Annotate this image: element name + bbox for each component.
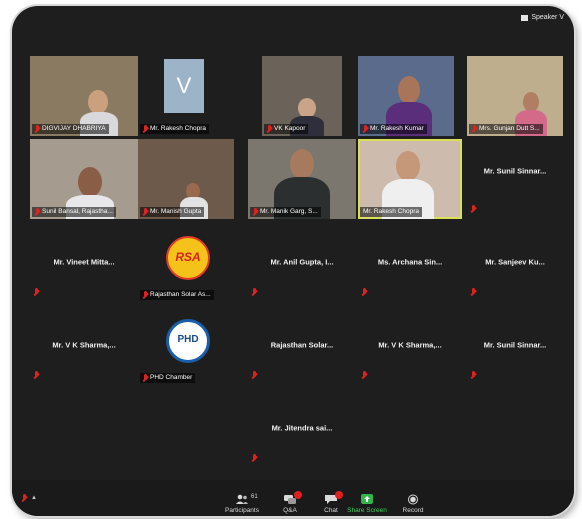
participant-tile[interactable]: Mr. Sunil Sinnar... [467,139,563,219]
mic-muted-icon [35,125,40,133]
participant-tile[interactable]: Mr. Sanjeev Ku... [467,222,563,302]
mic-muted-icon [34,288,39,296]
participant-tile-active-speaker[interactable]: Mr. Rakesh Chopra [358,139,462,219]
mic-muted-icon [471,288,476,296]
view-label: Speaker V [531,14,564,21]
chat-button[interactable]: Chat [318,491,344,514]
mic-muted-icon[interactable] [22,494,27,502]
mic-muted-icon [143,374,148,382]
participant-name: Mr. V K Sharma,... [378,340,442,350]
mic-muted-icon [267,125,272,133]
audio-controls[interactable]: ▲ [22,494,37,502]
participant-video-face [298,98,316,118]
participant-caption: Rajasthan Solar As... [140,290,214,300]
profile-placeholder: V [164,59,204,113]
participant-tile[interactable]: Mr. Manik Garg, S... [248,139,356,219]
participant-tile[interactable]: Mr. Anil Gupta, I... [248,222,356,302]
participant-tile[interactable]: Sunil Bansal, Rajastha... [30,139,138,219]
mic-muted-icon [253,208,258,216]
mic-muted-icon [362,288,367,296]
participant-caption: VK Kapoor [264,124,309,134]
mic-muted-icon [362,371,367,379]
mic-muted-icon [143,291,148,299]
mic-muted-icon [252,454,257,462]
mic-muted-icon [252,288,257,296]
participant-caption: Mr. Manik Garg, S... [250,207,321,217]
participants-icon: 61 [235,494,258,505]
mic-muted-icon [34,371,39,379]
caret-up-icon[interactable]: ▲ [31,495,37,501]
rsa-logo: RSA [166,236,210,280]
participant-video-face [398,76,420,104]
share-screen-icon [360,494,374,505]
participant-caption: Mr. Rakesh Chopra [140,124,209,134]
record-button[interactable]: Record [398,494,428,514]
participant-tile[interactable]: Mr. Rakesh Kumar [358,56,454,136]
participant-tile[interactable]: Mr. V K Sharma,... [30,305,138,385]
participant-name: Mr. Jitendra sai... [271,423,333,433]
meeting-toolbar: ▲ 61 Participants Q&A Chat Share Screen … [12,480,574,516]
participant-video-face [88,90,108,114]
chat-icon [324,491,343,505]
participant-caption: Mr. Manish Gupta [140,207,205,217]
mic-muted-icon [472,125,477,133]
participant-name: Mr. Sunil Sinnar... [483,340,547,350]
participant-video-face [78,167,102,197]
record-icon [406,494,420,505]
participant-caption: Sunil Bansal, Rajastha... [32,207,116,217]
share-screen-button[interactable]: Share Screen [346,494,388,514]
participant-tile[interactable]: Ms. Archana Sin... [358,222,462,302]
participant-name: Mr. Vineet Mitta... [53,257,115,267]
participant-video-face [396,151,420,181]
mic-muted-icon [143,125,148,133]
phd-chamber-logo: PHD [166,319,210,363]
mic-muted-icon [252,371,257,379]
chat-badge [335,491,343,499]
participant-name: Mr. Sanjeev Ku... [485,257,545,267]
participant-name: Mr. V K Sharma,... [52,340,116,350]
participant-tile[interactable]: DIGVIJAY DHABRIYA [30,56,138,136]
qa-badge [294,491,302,499]
participant-caption: Mr. Rakesh Chopra [360,207,422,217]
qa-button[interactable]: Q&A [276,491,304,514]
participant-tile[interactable]: Rajasthan Solar... [248,305,356,385]
participant-tile[interactable]: V Mr. Rakesh Chopra [138,56,234,136]
participant-tile[interactable]: PHD PHD Chamber [138,305,234,385]
participant-caption: DIGVIJAY DHABRIYA [32,124,109,134]
participant-caption: Mrs. Gunjan Dutt S... [469,124,543,134]
mic-muted-icon [471,371,476,379]
participants-button[interactable]: 61 Participants [220,494,264,514]
participant-tile[interactable]: RSA Rajasthan Solar As... [138,222,234,302]
participant-tile[interactable]: Mr. Sunil Sinnar... [467,305,563,385]
participant-caption: Mr. Rakesh Kumar [360,124,427,134]
participant-name: Rajasthan Solar... [270,340,334,350]
participant-name: Mr. Sunil Sinnar... [483,166,547,176]
mic-muted-icon [471,205,476,213]
qa-icon [283,491,302,505]
participant-video-face [290,149,314,179]
zoom-window: Speaker V DIGVIJAY DHABRIYA V Mr. Rakesh… [12,6,574,516]
participant-video-face [523,92,539,112]
speaker-view-button[interactable]: Speaker V [521,14,564,21]
participant-tile[interactable]: Mrs. Gunjan Dutt S... [467,56,563,136]
participant-tile[interactable]: Mr. Manish Gupta [138,139,234,219]
participants-count: 61 [251,494,258,500]
mic-muted-icon [143,208,148,216]
participant-tile[interactable]: Mr. Vineet Mitta... [30,222,138,302]
participant-name: Ms. Archana Sin... [377,257,443,267]
mic-muted-icon [35,208,40,216]
participant-tile[interactable]: VK Kapoor [262,56,342,136]
participant-tile[interactable]: Mr. V K Sharma,... [358,305,462,385]
mic-muted-icon [363,125,368,133]
participant-name: Mr. Anil Gupta, I... [270,257,334,267]
participant-caption: PHD Chamber [140,373,196,383]
view-icon [521,14,529,21]
participant-tile[interactable]: Mr. Jitendra sai... [248,388,356,468]
